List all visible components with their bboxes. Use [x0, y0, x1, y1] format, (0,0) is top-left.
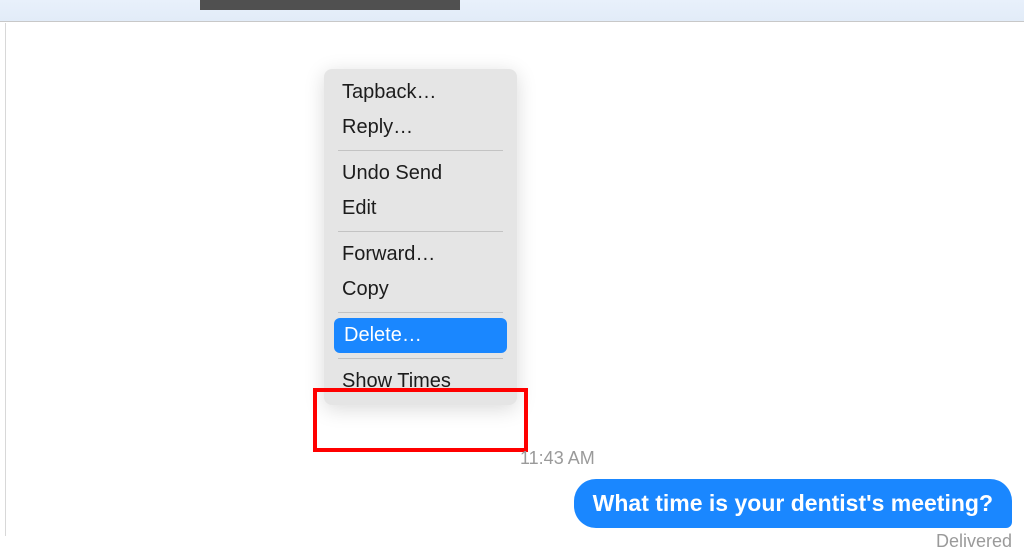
context-menu: Tapback… Reply… Undo Send Edit Forward… …	[324, 69, 517, 405]
menu-divider	[338, 358, 503, 359]
chat-area: Tapback… Reply… Undo Send Edit Forward… …	[5, 23, 1024, 536]
menu-divider	[338, 150, 503, 151]
menu-item-delete[interactable]: Delete…	[334, 318, 507, 353]
menu-item-copy[interactable]: Copy	[324, 272, 517, 307]
menu-item-show-times[interactable]: Show Times	[324, 364, 517, 399]
menu-item-forward[interactable]: Forward…	[324, 237, 517, 272]
menu-item-undo-send[interactable]: Undo Send	[324, 156, 517, 191]
menu-divider	[338, 312, 503, 313]
header-segment	[200, 0, 460, 10]
menu-item-tapback[interactable]: Tapback…	[324, 75, 517, 110]
menu-item-reply[interactable]: Reply…	[324, 110, 517, 145]
menu-divider	[338, 231, 503, 232]
window-header	[0, 0, 1024, 22]
menu-item-edit[interactable]: Edit	[324, 191, 517, 226]
sent-message-bubble[interactable]: What time is your dentist's meeting?	[574, 479, 1012, 528]
delivery-status: Delivered	[936, 531, 1012, 552]
message-timestamp: 11:43 AM	[520, 448, 595, 469]
